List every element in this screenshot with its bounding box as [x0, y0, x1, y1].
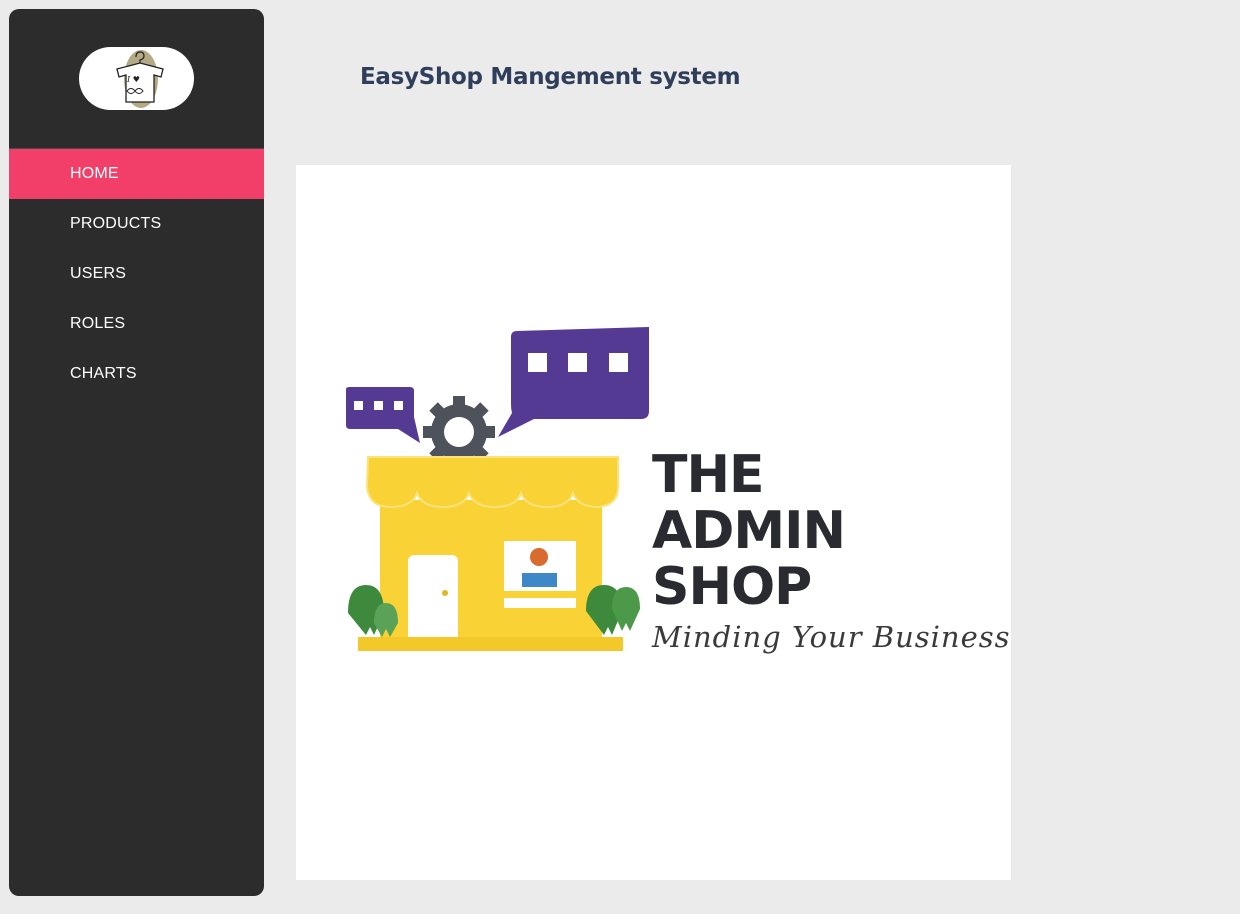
brand-line-admin: ADMIN	[652, 501, 846, 561]
brand-line-the: THE	[652, 445, 765, 505]
brand-line-shop: SHOP	[652, 557, 812, 617]
sidebar-item-home[interactable]: HOME	[9, 149, 264, 199]
sidebar-item-products[interactable]: PRODUCTS	[9, 199, 264, 249]
hero-image-panel: THE ADMIN SHOP Minding Your Business	[296, 165, 1011, 880]
sidebar-nav: HOME PRODUCTS USERS ROLES CHARTS	[9, 149, 264, 399]
small-chat-bubble-icon	[346, 387, 420, 443]
sidebar-item-users[interactable]: USERS	[9, 249, 264, 299]
sidebar-item-roles[interactable]: ROLES	[9, 299, 264, 349]
page-title: EasyShop Mangement system	[360, 64, 741, 90]
brand-tagline: Minding Your Business	[652, 620, 1011, 654]
sidebar: I ♥ HOME PRODUCTS USERS ROLES CHARTS	[9, 9, 264, 896]
large-chat-bubble-icon	[498, 327, 649, 437]
logo-text: I ♥	[126, 75, 140, 84]
app-logo[interactable]: I ♥	[79, 47, 194, 110]
tshirt-logo-icon: I ♥	[116, 50, 164, 108]
sidebar-item-charts[interactable]: CHARTS	[9, 349, 264, 399]
